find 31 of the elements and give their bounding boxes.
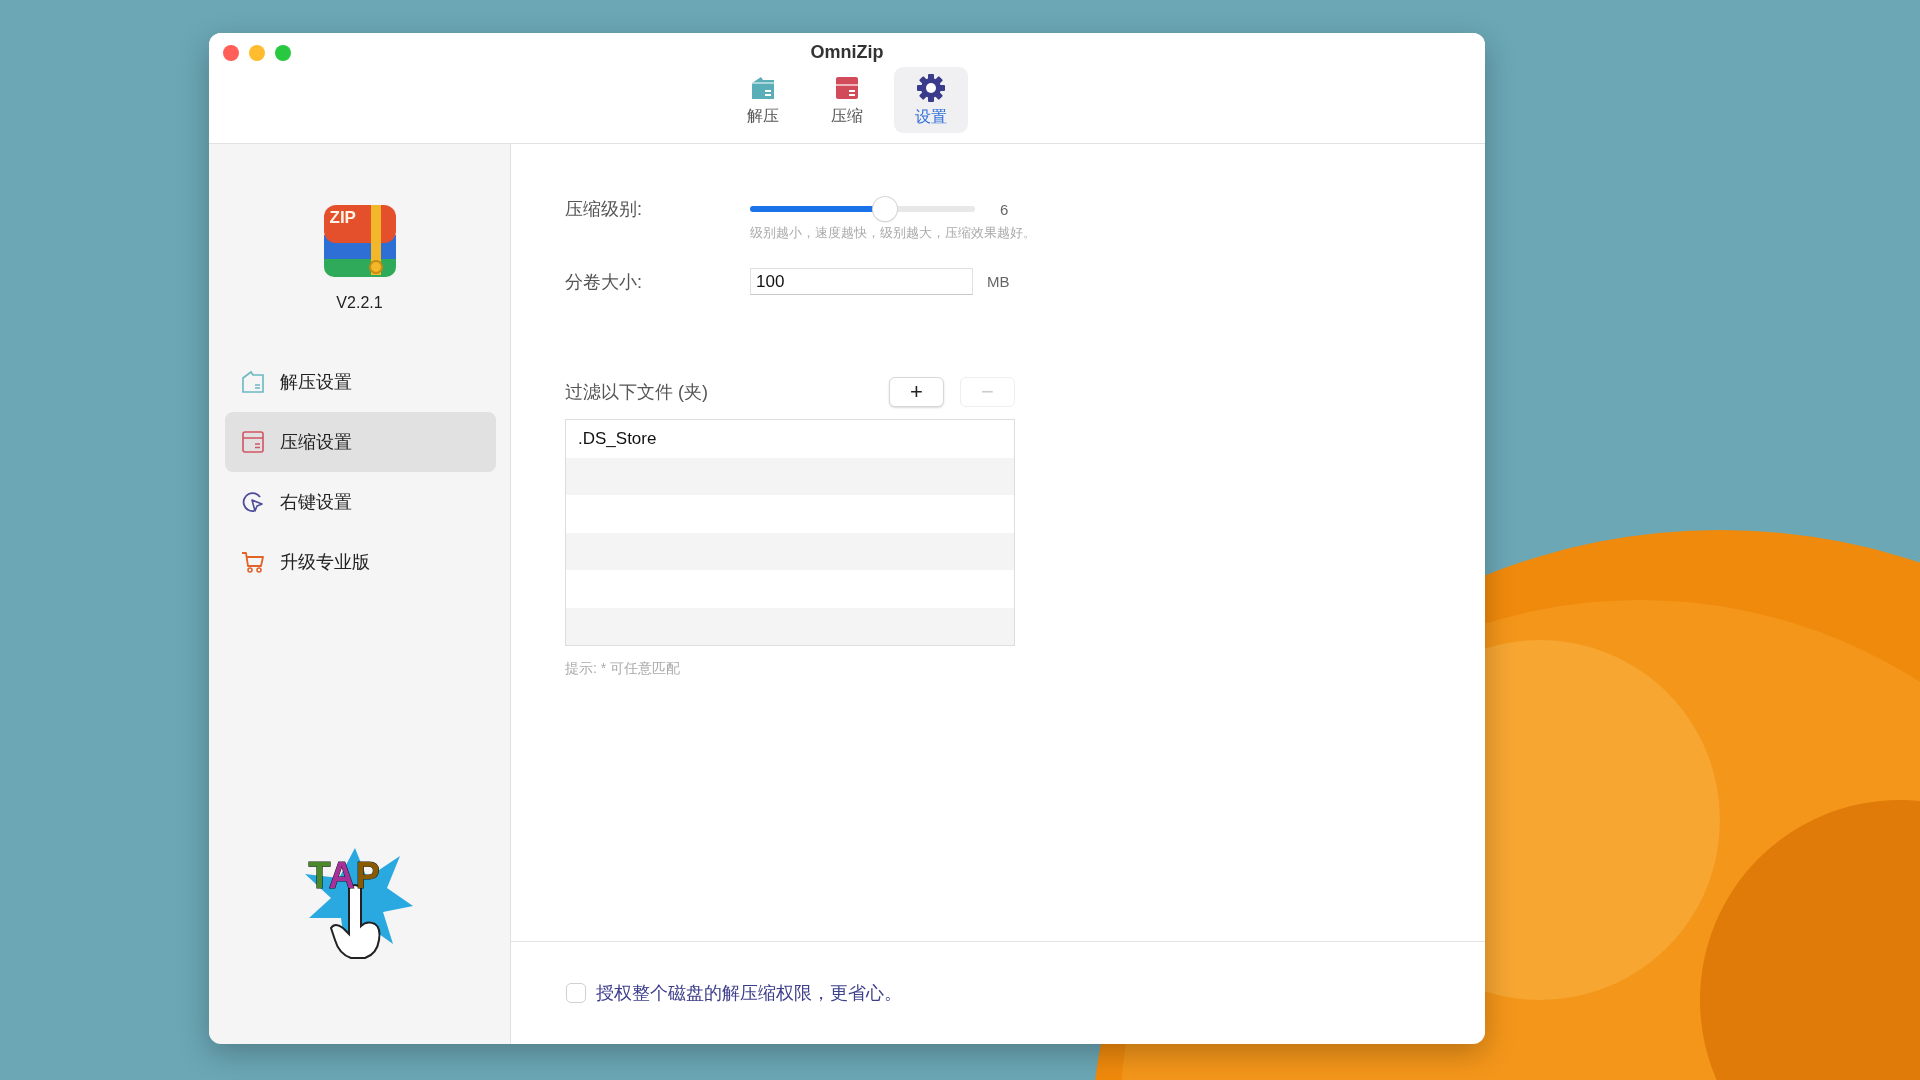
checkbox-label[interactable]: 授权整个磁盘的解压缩权限，更省心。 (596, 981, 902, 1005)
sidebar-item[interactable]: 解压设置 (225, 352, 496, 412)
version-label: V2.2.1 (336, 294, 383, 312)
settings-icon (914, 72, 947, 104)
unit-label: MB (987, 273, 1010, 290)
slider-thumb[interactable] (873, 197, 897, 221)
window-title: OmniZip (810, 42, 884, 63)
logo-text: ZIP (329, 208, 356, 228)
cart-icon (240, 549, 266, 575)
close-button[interactable] (223, 45, 239, 61)
section-label: 过滤以下文件 (夹) (565, 381, 709, 404)
slider-value: 6 (1000, 200, 1009, 218)
sidebar-item[interactable]: 升级专业版 (225, 532, 496, 592)
box-icon (240, 429, 266, 455)
toolbar-tab[interactable]: 压缩 (809, 67, 884, 133)
sidebar-item[interactable]: 右键设置 (225, 472, 496, 532)
list-item[interactable]: .DS_Store (566, 420, 1014, 458)
pointer-icon (240, 489, 266, 515)
zoom-button[interactable] (275, 45, 291, 61)
add-button[interactable]: + (889, 377, 944, 407)
sidebar-item[interactable]: 压缩设置 (225, 412, 496, 472)
input-field[interactable]: 100 (750, 268, 973, 295)
folder-icon (240, 369, 266, 395)
checkbox[interactable] (566, 983, 586, 1003)
toolbar-tab[interactable]: 解压 (725, 67, 800, 133)
hint-text: 级别越小，速度越快，级别越大，压缩效果越好。 (750, 224, 1037, 242)
minimize-button[interactable] (249, 45, 265, 61)
field-label: 分卷大小: (565, 270, 643, 294)
toolbar-tab[interactable]: 设置 (893, 67, 968, 133)
hint-text: 提示: * 可任意匹配 (565, 660, 682, 678)
field-label: 压缩级别: (565, 198, 643, 221)
